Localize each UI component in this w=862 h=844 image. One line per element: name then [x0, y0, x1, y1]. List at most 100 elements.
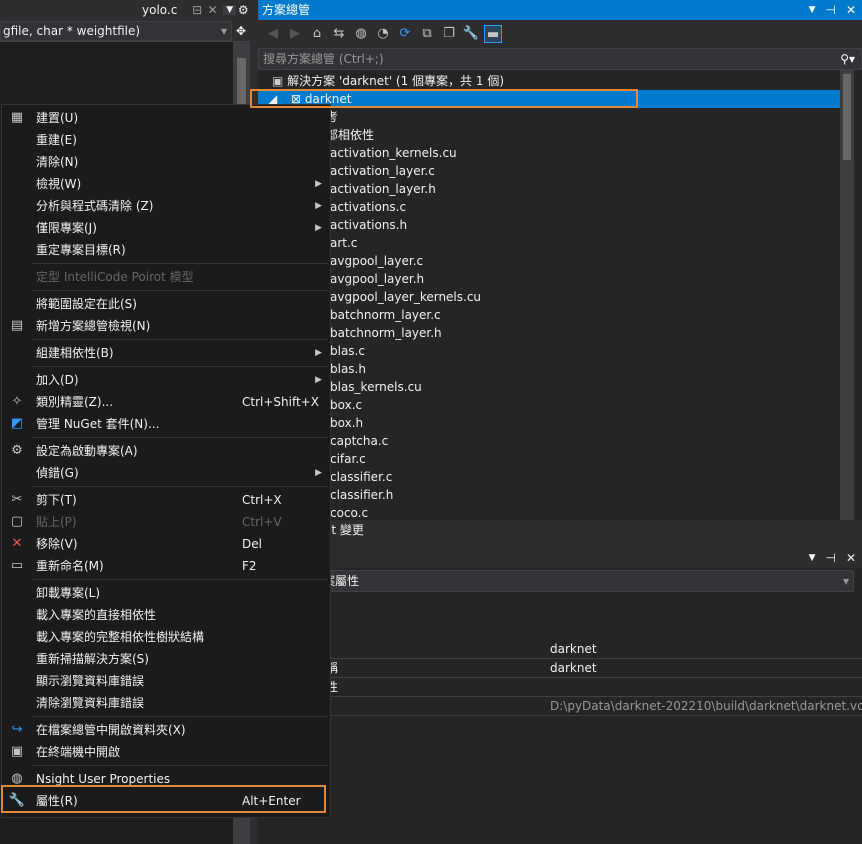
scrollbar-thumb[interactable]	[843, 74, 851, 160]
menu-item[interactable]: ✂ 剪下(T) Ctrl+X	[2, 489, 330, 511]
chevron-down-icon: ▾	[220, 24, 227, 38]
menu-item[interactable]: ✕ 移除(V) Del	[2, 533, 330, 555]
build-icon: ▦	[10, 110, 24, 125]
menu-item-label: 類別精靈(Z)...	[36, 395, 114, 409]
tree-item-label: box.c	[330, 398, 363, 412]
close-icon[interactable]: ✕	[846, 0, 856, 20]
property-row[interactable]: D:\pyData\darknet-202210\build\darknet\d…	[258, 697, 862, 716]
menu-item[interactable]: 重建(E)	[2, 129, 330, 151]
menu-item[interactable]: ▦ 建置(U)	[2, 107, 330, 129]
menu-item[interactable]: 清除(N)	[2, 151, 330, 173]
tree-item[interactable]: activation_layer.c	[258, 162, 840, 180]
property-row[interactable]: 稱 darknet	[258, 659, 862, 678]
tree-item[interactable]: 參考	[258, 108, 840, 126]
tree-item[interactable]: activations.h	[258, 216, 840, 234]
submenu-arrow-icon: ▶	[315, 468, 322, 478]
close-icon[interactable]: ✕	[846, 548, 856, 568]
menu-item[interactable]: 顯示瀏覽資料庫錯誤	[2, 670, 330, 692]
property-row[interactable]: 性	[258, 678, 862, 697]
menu-item-label: 新增方案總管檢視(N)	[36, 319, 151, 333]
menu-item[interactable]: 卸載專案(L)	[2, 582, 330, 604]
menu-item-shortcut: Ctrl+V	[242, 515, 282, 529]
editor-tab-yolo[interactable]: yolo.c ⊟ ✕ ▼ ⚙	[138, 0, 250, 20]
menu-item[interactable]: ✧ 類別精靈(Z)... Ctrl+Shift+X	[2, 391, 330, 413]
tree-solution-node[interactable]: ▣ 解決方案 'darknet' (1 個專案，共 1 個)	[258, 72, 840, 90]
tree-item-label: avgpool_layer.c	[330, 254, 424, 268]
solution-explorer-toolbar: ◀ ▶ ⌂ ⇆ ◍ ◔ ⟳ ⧉ ❐ 🔧 ▬	[258, 20, 862, 48]
solution-explorer-title-bar: 方案總管 ▼ ⊣ ✕	[258, 0, 862, 20]
property-row[interactable]: darknet	[258, 640, 862, 659]
menu-item[interactable]: ◩ 管理 NuGet 套件(N)...	[2, 413, 330, 435]
menu-item[interactable]: 分析與程式碼清除 (Z) ▶	[2, 195, 330, 217]
tree-item[interactable]: activations.c	[258, 198, 840, 216]
tree-item[interactable]: classifier.c	[258, 468, 840, 486]
solution-explorer-search-input[interactable]: 搜尋方案總管 (Ctrl+;) ⚲▾	[258, 48, 862, 70]
menu-item[interactable]: 載入專案的完整相依性樹狀結構	[2, 626, 330, 648]
tree-item-label: batchnorm_layer.c	[330, 308, 441, 322]
globe-icon[interactable]: ◍	[352, 25, 370, 43]
tree-item[interactable]: batchnorm_layer.c	[258, 306, 840, 324]
switch-views-icon[interactable]: ⇆	[330, 25, 348, 43]
menu-item[interactable]: 將範圍設定在此(S)	[2, 293, 330, 315]
tree-item[interactable]: box.h	[258, 414, 840, 432]
menu-item[interactable]: 偵錯(G) ▶	[2, 462, 330, 484]
tree-item[interactable]: 外部相依性	[258, 126, 840, 144]
menu-item[interactable]: ▤ 新增方案總管檢視(N)	[2, 315, 330, 337]
wrench-icon[interactable]: 🔧	[462, 25, 480, 43]
menu-item[interactable]: 檢視(W) ▶	[2, 173, 330, 195]
preview-selected-icon[interactable]: ▬	[484, 25, 502, 43]
tree-item[interactable]: captcha.c	[258, 432, 840, 450]
tree-item[interactable]: activation_layer.h	[258, 180, 840, 198]
tree-item[interactable]: art.c	[258, 234, 840, 252]
member-navigation-combo[interactable]: gfile, char * weightfile) ▾	[0, 21, 232, 41]
gear-icon[interactable]: ⚙	[236, 3, 250, 17]
chevron-down-icon[interactable]: ▼	[809, 548, 816, 568]
menu-item-label: 重新命名(M)	[36, 559, 104, 573]
tree-item[interactable]: box.c	[258, 396, 840, 414]
tree-item[interactable]: activation_kernels.cu	[258, 144, 840, 162]
solution-explorer-scrollbar[interactable]	[840, 70, 854, 520]
tree-item[interactable]: avgpool_layer.h	[258, 270, 840, 288]
pending-changes-filter-icon[interactable]: ◔	[374, 25, 392, 43]
tree-item[interactable]: blas.h	[258, 360, 840, 378]
split-editor-icon[interactable]: ✥	[232, 21, 250, 41]
menu-item[interactable]: 重新掃描解決方案(S)	[2, 648, 330, 670]
menu-item[interactable]: ⚙ 設定為啟動專案(A)	[2, 440, 330, 462]
menu-item[interactable]: 載入專案的直接相依性	[2, 604, 330, 626]
gear-icon: ⚙	[11, 443, 23, 458]
tree-item[interactable]: blas.c	[258, 342, 840, 360]
tree-item[interactable]: classifier.h	[258, 486, 840, 504]
menu-item-label: 組建相依性(B)	[36, 346, 114, 360]
tree-item[interactable]: blas_kernels.cu	[258, 378, 840, 396]
pin-icon[interactable]: ⊟	[192, 3, 207, 17]
tree-item[interactable]: avgpool_layer_kernels.cu	[258, 288, 840, 306]
menu-item[interactable]: 加入(D) ▶	[2, 369, 330, 391]
menu-item[interactable]: 重定專案目標(R)	[2, 239, 330, 261]
menu-item[interactable]: 僅限專案(J) ▶	[2, 217, 330, 239]
menu-item[interactable]: ▣ 在終端機中開啟	[2, 741, 330, 763]
chevron-down-icon[interactable]: ▼	[222, 5, 237, 15]
close-icon[interactable]: ✕	[208, 3, 223, 17]
back-icon[interactable]: ◀	[264, 25, 282, 43]
sync-icon[interactable]: ⟳	[396, 25, 414, 43]
search-icon[interactable]: ⚲▾	[840, 49, 855, 69]
menu-item[interactable]: ▭ 重新命名(M) F2	[2, 555, 330, 577]
menu-item[interactable]: 組建相依性(B) ▶	[2, 342, 330, 364]
forward-icon[interactable]: ▶	[286, 25, 304, 43]
chevron-down-icon[interactable]: ▼	[809, 0, 816, 20]
search-placeholder: 搜尋方案總管 (Ctrl+;)	[263, 52, 384, 66]
menu-item[interactable]: ↪ 在檔案總管中開啟資料夾(X)	[2, 719, 330, 741]
pin-icon[interactable]: ⊣	[825, 0, 835, 20]
tree-item-label: avgpool_layer_kernels.cu	[330, 290, 482, 304]
tree-item[interactable]: cifar.c	[258, 450, 840, 468]
menu-item[interactable]: 清除瀏覽資料庫錯誤	[2, 692, 330, 714]
home-icon[interactable]: ⌂	[308, 25, 326, 43]
collapse-all-icon[interactable]: ⧉	[418, 25, 436, 43]
pin-icon[interactable]: ⊣	[825, 548, 835, 568]
show-all-files-icon[interactable]: ❐	[440, 25, 458, 43]
tree-item[interactable]: batchnorm_layer.h	[258, 324, 840, 342]
tree-item[interactable]: coco.c	[258, 504, 840, 520]
properties-object-combo[interactable]: 案屬性 ▾	[258, 570, 854, 592]
tree-item[interactable]: avgpool_layer.c	[258, 252, 840, 270]
git-changes-tab[interactable]: it 變更	[258, 520, 862, 540]
